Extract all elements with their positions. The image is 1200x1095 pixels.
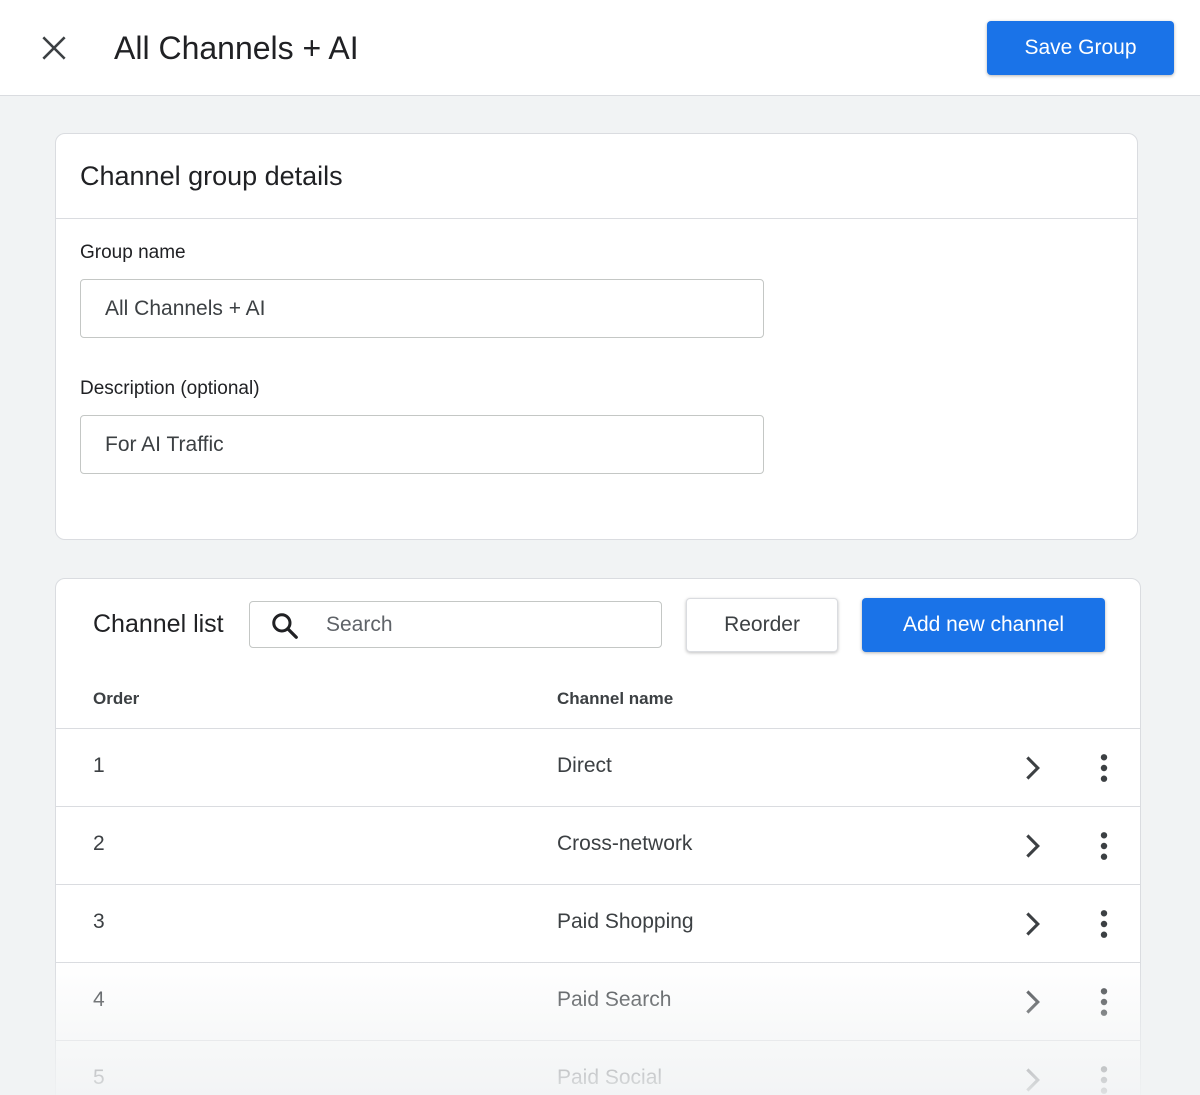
chevron-right-icon[interactable] [1018, 1066, 1046, 1094]
row-order: 4 [93, 988, 105, 1011]
row-order: 5 [93, 1066, 105, 1089]
row-channel-name: Cross-network [557, 832, 693, 855]
chevron-right-icon[interactable] [1018, 988, 1046, 1016]
more-vert-icon[interactable] [1091, 909, 1117, 939]
row-order: 3 [93, 910, 105, 933]
page-title: All Channels + AI [114, 30, 359, 66]
details-card-title: Channel group details [80, 160, 343, 191]
table-row[interactable]: 1 Direct [56, 729, 1140, 807]
description-label: Description (optional) [80, 378, 260, 399]
table-row[interactable]: 2 Cross-network [56, 807, 1140, 885]
row-channel-name: Paid Search [557, 988, 672, 1011]
column-header-order: Order [93, 689, 140, 708]
chevron-right-icon[interactable] [1018, 910, 1046, 938]
description-input[interactable] [80, 415, 764, 474]
channel-group-details-card: Channel group details Group name Descrip… [55, 133, 1138, 540]
close-button[interactable] [32, 28, 76, 68]
more-vert-icon[interactable] [1091, 1065, 1117, 1095]
details-card-header: Channel group details [56, 134, 1137, 219]
table-row[interactable]: 4 Paid Search [56, 963, 1140, 1041]
search-input[interactable] [326, 602, 646, 647]
row-order: 2 [93, 832, 105, 855]
row-order: 1 [93, 754, 105, 777]
row-channel-name: Paid Social [557, 1066, 663, 1089]
table-row[interactable]: 5 Paid Social [56, 1041, 1140, 1095]
chevron-right-icon[interactable] [1018, 754, 1046, 782]
channel-list-title: Channel list [93, 610, 224, 638]
more-vert-icon[interactable] [1091, 987, 1117, 1017]
row-channel-name: Direct [557, 754, 612, 777]
add-new-channel-button[interactable]: Add new channel [862, 598, 1105, 652]
table-row[interactable]: 3 Paid Shopping [56, 885, 1140, 963]
column-header-channel-name: Channel name [557, 689, 674, 708]
more-vert-icon[interactable] [1091, 831, 1117, 861]
more-vert-icon[interactable] [1091, 753, 1117, 783]
row-channel-name: Paid Shopping [557, 910, 694, 933]
group-name-label: Group name [80, 242, 186, 263]
channel-rows: 1 Direct 2 Cross-network 3 Paid Shopping… [56, 728, 1140, 1095]
close-icon [42, 36, 66, 60]
top-bar: All Channels + AI Save Group [0, 0, 1200, 96]
chevron-right-icon[interactable] [1018, 832, 1046, 860]
search-box[interactable] [249, 601, 662, 648]
group-name-input[interactable] [80, 279, 764, 338]
reorder-button[interactable]: Reorder [686, 598, 838, 652]
save-group-button[interactable]: Save Group [987, 21, 1174, 75]
channel-list-card: Channel list Reorder Add new channel Ord… [55, 578, 1141, 1095]
search-icon [272, 613, 298, 639]
